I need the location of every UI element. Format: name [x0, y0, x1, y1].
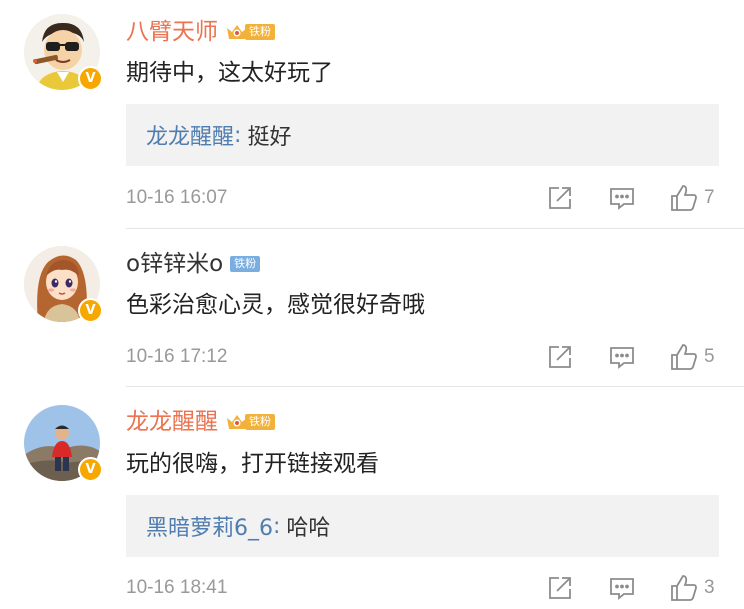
comment-header: o锌锌米o 铁粉 — [126, 247, 261, 281]
timestamp: 10-16 17:12 — [126, 346, 228, 367]
like-icon[interactable] — [670, 574, 698, 602]
comment-item: V 八臂天师 铁粉 期待中，这太好玩了 龙龙醒醒:挺好 10-16 16:07 — [0, 0, 744, 229]
crown-icon — [225, 22, 249, 42]
comment-footer: 10-16 17:12 5 — [126, 342, 744, 372]
like-count: 3 — [704, 577, 715, 598]
timestamp: 10-16 18:41 — [126, 577, 228, 598]
avatar[interactable]: V — [24, 14, 103, 92]
reply-text: 挺好 — [247, 125, 292, 150]
username[interactable]: 八臂天师 — [126, 20, 218, 44]
like-count: 7 — [704, 187, 715, 208]
comment-icon[interactable] — [608, 184, 636, 212]
comment-item: V 龙龙醒醒 铁粉 玩的很嗨，打开链接观看 黑暗萝莉6_6: 哈哈 10-16 1… — [0, 387, 744, 609]
reply-colon: : — [234, 122, 242, 148]
avatar[interactable]: V — [24, 405, 103, 483]
comment-text: 期待中，这太好玩了 — [126, 60, 333, 86]
timestamp: 10-16 16:07 — [126, 187, 228, 208]
share-icon[interactable] — [546, 574, 574, 602]
action-bar: 5 — [546, 342, 715, 372]
comment-footer: 10-16 16:07 7 — [126, 183, 744, 213]
avatar[interactable]: V — [24, 246, 103, 324]
action-bar: 7 — [546, 183, 715, 213]
reply-username[interactable]: 黑暗萝莉6_6 — [146, 510, 273, 542]
reply-colon: : — [273, 513, 281, 539]
fan-badge: 铁粉 — [225, 412, 275, 432]
reply-text: 哈哈 — [286, 516, 331, 541]
share-icon[interactable] — [546, 343, 574, 371]
fan-badge-label: 铁粉 — [245, 24, 275, 40]
comment-footer: 10-16 18:41 3 — [126, 573, 744, 603]
reply-box[interactable]: 黑暗萝莉6_6: 哈哈 — [126, 495, 719, 557]
comment-text: 色彩治愈心灵，感觉很好奇哦 — [126, 292, 425, 318]
username[interactable]: o锌锌米o — [126, 252, 223, 276]
fan-badge: 铁粉 — [225, 22, 275, 42]
comment-icon[interactable] — [608, 574, 636, 602]
share-icon[interactable] — [546, 184, 574, 212]
fan-badge-label: 铁粉 — [230, 256, 261, 272]
verified-badge-icon: V — [78, 66, 103, 91]
verified-badge-icon: V — [78, 457, 103, 482]
reply-username[interactable]: 龙龙醒醒 — [146, 119, 234, 151]
like-icon[interactable] — [670, 184, 698, 212]
comment-text: 玩的很嗨，打开链接观看 — [126, 451, 379, 477]
comment-header: 八臂天师 铁粉 — [126, 15, 275, 49]
reply-box[interactable]: 龙龙醒醒: 挺好 — [126, 104, 719, 166]
username[interactable]: 龙龙醒醒 — [126, 410, 218, 434]
action-bar: 3 — [546, 573, 715, 603]
crown-icon — [225, 412, 249, 432]
verified-badge-icon: V — [78, 298, 103, 323]
like-icon[interactable] — [670, 343, 698, 371]
comment-item: V o锌锌米o 铁粉 色彩治愈心灵，感觉很好奇哦 10-16 17:12 5 — [0, 229, 744, 387]
like-count: 5 — [704, 346, 715, 367]
comment-header: 龙龙醒醒 铁粉 — [126, 405, 275, 439]
fan-badge-label: 铁粉 — [245, 414, 275, 430]
comment-icon[interactable] — [608, 343, 636, 371]
fan-badge: 铁粉 — [230, 254, 261, 274]
